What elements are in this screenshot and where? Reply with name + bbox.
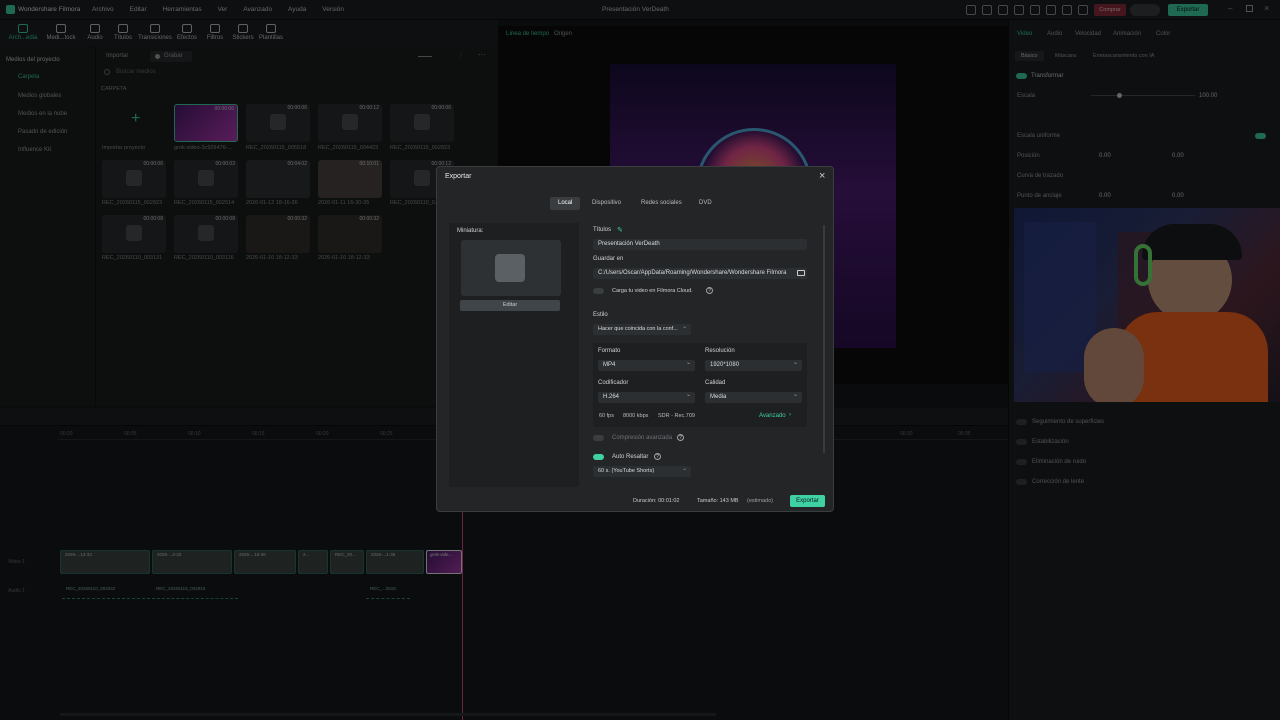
- cloud-upload-label: Carga tu video en Filmora Cloud.: [612, 288, 693, 294]
- tab-social[interactable]: Redes sociales: [633, 197, 690, 210]
- export-dialog: Exportar × Local Dispositivo Redes socia…: [436, 166, 834, 512]
- bitrate-info: 8000 kbps: [623, 413, 649, 419]
- estimated-info: (estimado): [747, 498, 773, 504]
- thumbnail-placeholder-icon: [495, 254, 525, 282]
- cloud-upload-toggle[interactable]: [593, 288, 604, 294]
- export-button[interactable]: Exportar: [790, 495, 825, 507]
- style-dropdown[interactable]: Hacer que coincida con la conf...: [593, 324, 691, 335]
- title-input[interactable]: Presentación VerDeath: [593, 239, 807, 250]
- encoder-label: Codificador: [598, 380, 629, 386]
- quality-label: Calidad: [705, 380, 726, 386]
- advanced-compression-label: Compresión avanzada: [612, 435, 673, 441]
- folder-icon[interactable]: [797, 270, 805, 276]
- duration-info: Duración: 00:01:02: [633, 498, 680, 504]
- help-icon[interactable]: ?: [677, 434, 684, 441]
- fps-info: 60 fps: [599, 413, 614, 419]
- dialog-title: Exportar: [445, 173, 472, 180]
- chevron-right-icon: ›: [789, 412, 791, 418]
- color-space-info: SDR - Rec.709: [658, 413, 695, 419]
- help-icon[interactable]: ?: [706, 287, 713, 294]
- ai-title-icon[interactable]: ✎: [617, 226, 623, 234]
- resolution-dropdown[interactable]: 1920*1080: [705, 358, 802, 371]
- close-dialog-icon[interactable]: ×: [819, 170, 825, 182]
- advanced-compression-toggle[interactable]: [593, 435, 604, 441]
- edit-thumbnail-button[interactable]: Editar: [460, 300, 560, 311]
- help-icon[interactable]: ?: [654, 453, 661, 460]
- format-dropdown[interactable]: MP4: [598, 358, 695, 371]
- tab-local[interactable]: Local: [550, 197, 581, 210]
- thumbnail-label: Miniatura:: [457, 228, 484, 234]
- save-path-input[interactable]: C:/Users/Oscar/AppData/Roaming/Wondersha…: [593, 268, 807, 279]
- tab-dvd[interactable]: DVD: [691, 197, 720, 210]
- auto-highlight-dropdown[interactable]: 60 s. (YouTube Shorts): [593, 464, 691, 477]
- style-label: Estilo: [593, 312, 608, 318]
- save-to-label: Guardar en: [593, 256, 624, 262]
- dialog-scrollbar[interactable]: [823, 225, 825, 453]
- advanced-link[interactable]: Avanzado: [759, 413, 786, 419]
- encoder-dropdown[interactable]: H.264: [598, 390, 695, 403]
- tab-device[interactable]: Dispositivo: [584, 197, 629, 210]
- auto-highlight-toggle[interactable]: [593, 454, 604, 460]
- size-info: Tamaño: 143 MB: [697, 498, 739, 504]
- thumbnail-preview[interactable]: [461, 240, 561, 296]
- thumbnail-panel: Miniatura: Editar: [449, 223, 579, 487]
- quality-dropdown[interactable]: Media: [705, 390, 802, 403]
- resolution-label: Resolución: [705, 348, 735, 354]
- format-label: Formato: [598, 348, 621, 354]
- title-field-label: Títulos: [593, 227, 612, 233]
- auto-highlight-label: Auto Resaltar: [612, 454, 649, 460]
